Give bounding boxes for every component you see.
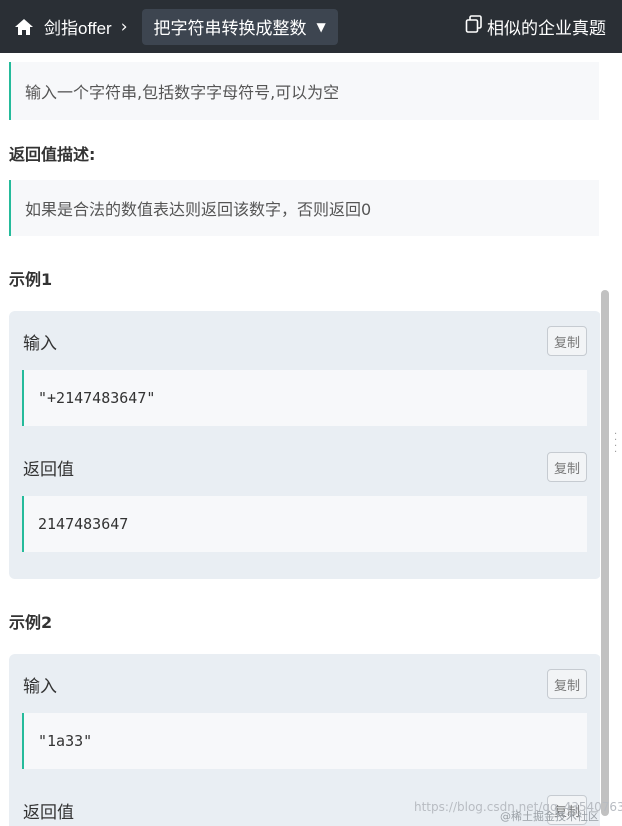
problem-content: 输入一个字符串,包括数字字母符号,可以为空 返回值描述: 如果是合法的数值表达则… [0,53,600,826]
return-heading: 返回值描述: [9,145,96,164]
example-1-input-value: "+2147483647" [22,370,587,426]
example-2-input-label: 输入 [23,677,57,697]
problem-title: 把字符串转换成整数 [153,19,307,39]
return-description: 如果是合法的数值表达则返回该数字，否则返回0 [9,180,599,236]
example-1-input-label: 输入 [23,334,57,354]
caret-down-icon: ▼ [316,19,326,34]
example-1-box: 输入 复制 "+2147483647" 返回值 复制 2147483647 [9,311,600,579]
return-description-text: 如果是合法的数值表达则返回该数字，否则返回0 [25,200,372,219]
example-1-output-label: 返回值 [23,460,74,480]
similar-questions-link[interactable]: 相似的企业真题 [465,0,606,53]
input-description-text: 输入一个字符串,包括数字字母符号,可以为空 [25,83,340,102]
resize-handle-icon[interactable]: · · · · [614,430,618,458]
similar-questions-label: 相似的企业真题 [487,19,606,39]
problem-selector[interactable]: 把字符串转换成整数 ▼ [141,8,338,45]
copy-output-button[interactable]: 复制 [547,452,587,482]
breadcrumb-label[interactable]: 剑指offer [44,14,112,39]
example-1-output-value: 2147483647 [22,496,587,552]
top-navigation-bar: 剑指offer › 把字符串转换成整数 ▼ 相似的企业真题 [0,0,622,53]
vertical-scrollbar[interactable] [601,290,609,816]
example-2-input-value: "1a33" [22,713,587,769]
watermark-brand: @稀土掘金技术社区 [500,810,599,823]
copy-icon [465,15,483,38]
home-icon[interactable] [14,18,34,36]
chevron-right-icon: › [120,16,128,37]
example-2-title: 示例2 [9,613,53,632]
example-2-output-label: 返回值 [23,803,74,823]
example-1-title: 示例1 [9,270,53,289]
copy-input-button[interactable]: 复制 [547,326,587,356]
breadcrumb[interactable]: 剑指offer › [14,14,128,39]
copy-input-button[interactable]: 复制 [547,669,587,699]
input-description: 输入一个字符串,包括数字字母符号,可以为空 [9,62,599,120]
